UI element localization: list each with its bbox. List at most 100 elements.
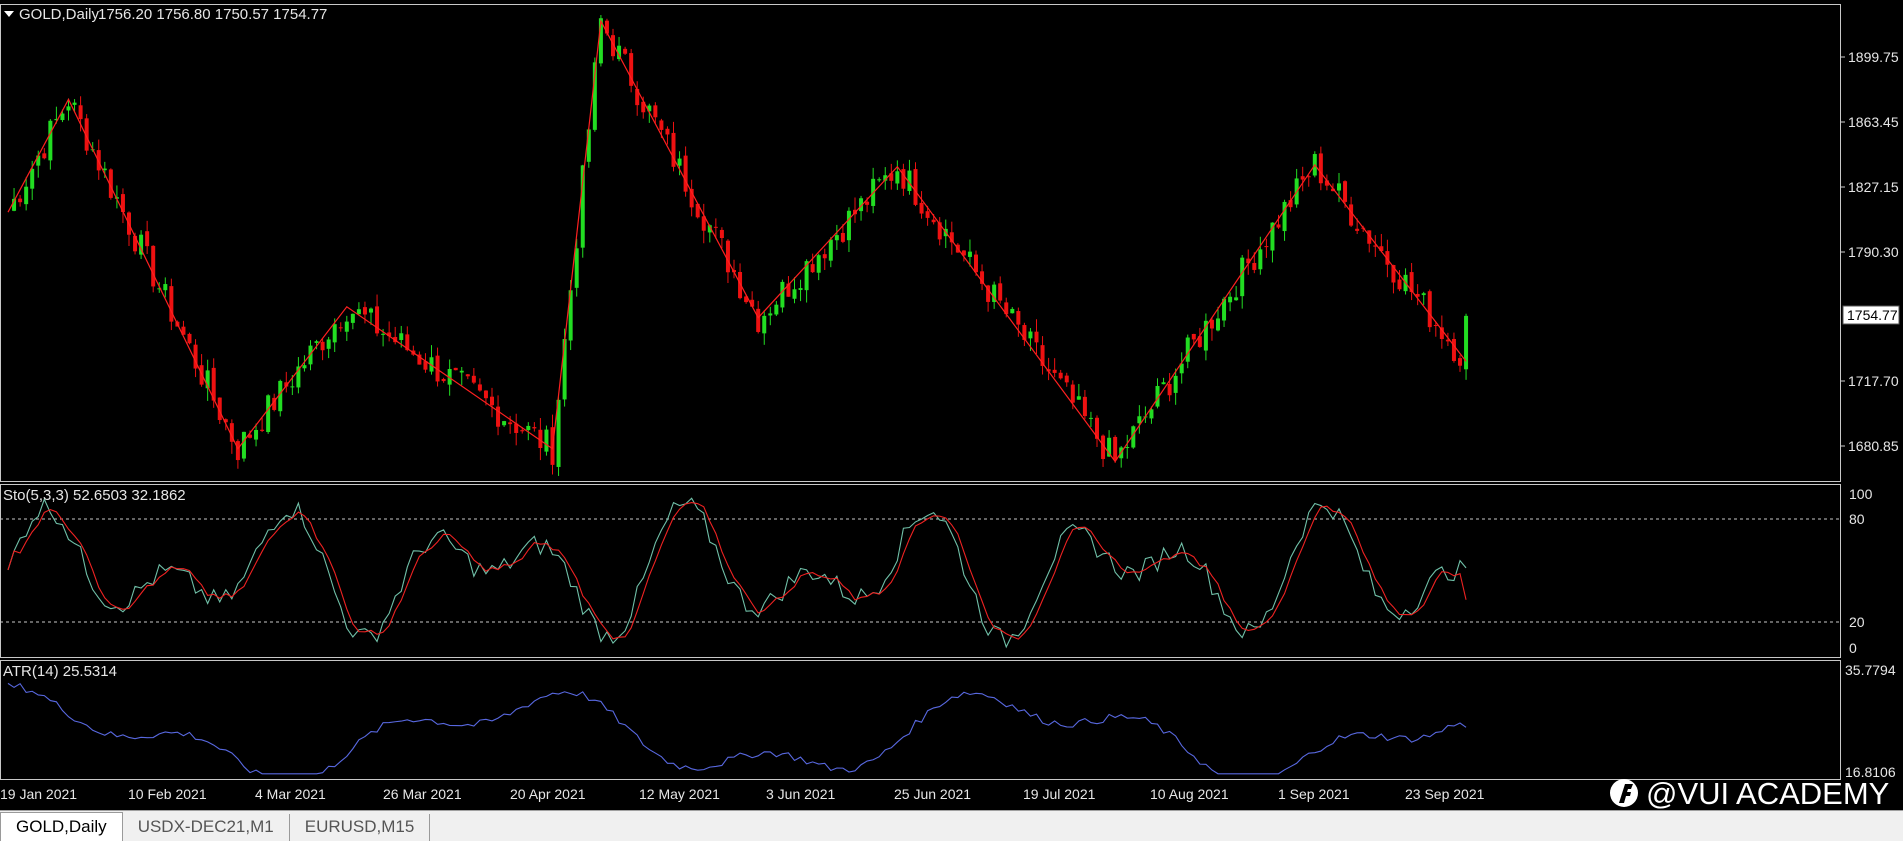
candle-body [332, 324, 337, 343]
candle-body [526, 425, 531, 431]
candle-body [544, 429, 549, 452]
candle-body [1318, 153, 1323, 184]
candle-body [302, 365, 307, 369]
sto-level-label: 20 [1849, 614, 1865, 630]
price-scale[interactable]: 1899.75 1863.45 1827.15 1790.30 1754.77 … [1840, 49, 1900, 454]
candle-body [78, 105, 83, 120]
candle-body [1427, 291, 1432, 328]
candle-body [1076, 396, 1081, 400]
candle-body [96, 150, 101, 171]
price-label: 1790.30 [1848, 244, 1899, 260]
candle-body [187, 333, 192, 344]
candle-body [828, 239, 833, 261]
candle-body [1173, 375, 1178, 393]
chart-tab-bar: GOLD,Daily USDX-DEC21,M1 EURUSD,M15 [0, 810, 1903, 841]
candle-body [453, 367, 458, 371]
candle-body [1209, 319, 1214, 329]
candle-body [1064, 375, 1069, 383]
candle-body [320, 341, 325, 351]
candle-body [235, 441, 240, 461]
candle-body [326, 339, 331, 349]
candle-body [1149, 409, 1154, 419]
candle-body [1028, 331, 1033, 339]
candle-body [677, 158, 682, 166]
time-axis[interactable]: 19 Jan 2021 10 Feb 2021 4 Mar 2021 26 Ma… [0, 786, 1485, 802]
candle-body [834, 235, 839, 241]
symbol-label: GOLD,Daily [19, 6, 100, 23]
candle-body [350, 313, 355, 323]
candle-body [60, 113, 65, 121]
candle-body [1052, 369, 1057, 373]
candle-body [169, 286, 174, 322]
candle-body [477, 384, 482, 391]
price-label: 1680.85 [1848, 438, 1899, 454]
tab-usdx-dec21[interactable]: USDX-DEC21,M1 [123, 814, 290, 841]
ohlc-readout: 1756.20 1756.80 1750.57 1754.77 [98, 6, 327, 23]
candle-body [1433, 325, 1438, 327]
candle-body [998, 283, 1003, 301]
candle-body [490, 396, 494, 406]
watermark-text: @VUI ACADEMY [1646, 776, 1889, 811]
candle-body [314, 341, 319, 343]
candle-body [1349, 204, 1354, 226]
price-label: 1827.15 [1848, 179, 1899, 195]
candle-body [502, 421, 507, 426]
main-price-panel[interactable] [0, 4, 1841, 482]
candle-body [1216, 318, 1220, 331]
candle-body [1355, 228, 1360, 231]
candle-body [1421, 293, 1426, 296]
candle-body [471, 375, 476, 383]
candle-body [925, 211, 930, 218]
candle-body [840, 232, 845, 242]
candle-body [1282, 201, 1287, 232]
candle-body [810, 264, 815, 273]
candle-body [1451, 338, 1456, 361]
tab-eurusd-m15[interactable]: EURUSD,M15 [290, 814, 431, 841]
candle-body [1016, 311, 1021, 325]
candle-body [931, 219, 936, 223]
stochastic-panel[interactable] [0, 484, 1841, 658]
candle-body [798, 288, 803, 290]
candle-body [562, 338, 567, 400]
atr-panel[interactable] [0, 660, 1841, 780]
tab-bar-spacer [1863, 811, 1903, 841]
candle-body [1276, 224, 1281, 228]
candle-body [865, 201, 870, 205]
candle-body [719, 229, 724, 239]
current-price-label: 1754.77 [1847, 307, 1898, 323]
candle-body [369, 308, 373, 313]
candle-body [459, 370, 464, 373]
chart-window[interactable]: GOLD,Daily 1756.20 1756.80 1750.57 1754.… [0, 0, 1903, 840]
atr-label: ATR(14) 25.5314 [3, 663, 117, 680]
atr-scale: 35.7794 16.8106 [1845, 662, 1896, 780]
candle-body [1234, 297, 1239, 301]
price-label: 1717.70 [1848, 373, 1899, 389]
candle-body [768, 313, 773, 316]
candle-body [266, 395, 271, 433]
candle-body [774, 304, 779, 315]
tab-gold-daily[interactable]: GOLD,Daily [0, 812, 123, 841]
candle-body [399, 333, 404, 341]
price-label: 1899.75 [1848, 49, 1899, 65]
candle-body [895, 171, 900, 184]
candle-body [483, 390, 488, 399]
candle-body [151, 245, 156, 287]
candle-body [465, 374, 470, 377]
candle-body [967, 251, 972, 257]
date-label: 12 May 2021 [639, 786, 720, 802]
candle-body [48, 120, 53, 161]
candle-body [756, 308, 761, 332]
candle-body [163, 284, 168, 291]
candle-body [846, 210, 851, 241]
candle-body [72, 102, 77, 105]
candle-body [381, 333, 386, 335]
candle-body [1161, 382, 1166, 385]
candle-body [1300, 176, 1305, 180]
candle-body [532, 427, 537, 429]
candle-body [441, 378, 446, 382]
sto-level-label: 100 [1849, 486, 1873, 502]
date-label: 19 Jan 2021 [0, 786, 77, 802]
price-label: 1863.45 [1848, 114, 1899, 130]
candle-body [344, 321, 349, 332]
candle-body [30, 168, 35, 189]
